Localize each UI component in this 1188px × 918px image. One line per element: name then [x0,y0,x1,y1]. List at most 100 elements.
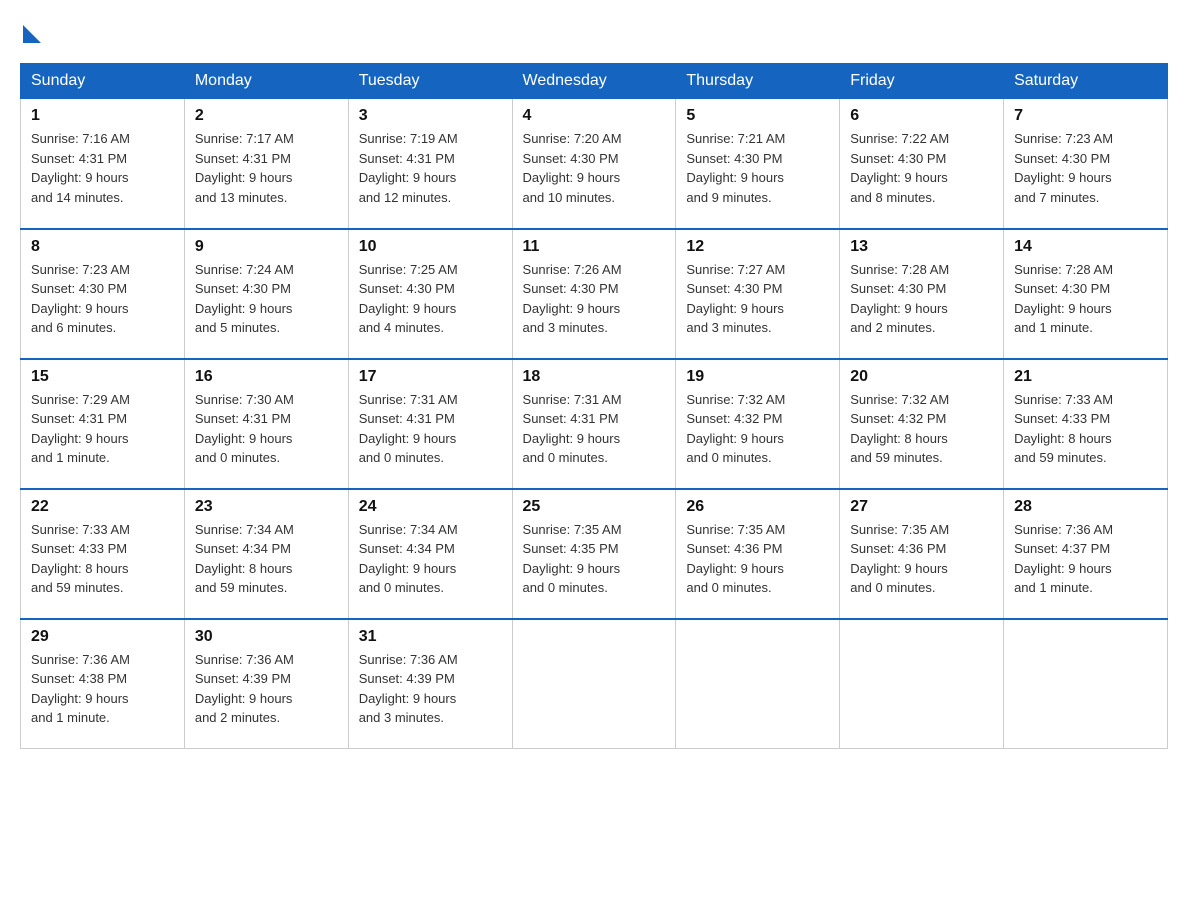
day-info: Sunrise: 7:36 AMSunset: 4:38 PMDaylight:… [31,650,174,728]
calendar-day-cell: 25 Sunrise: 7:35 AMSunset: 4:35 PMDayligh… [512,489,676,619]
day-number: 24 [359,498,502,516]
header-friday: Friday [840,64,1004,99]
day-number: 10 [359,238,502,256]
day-info: Sunrise: 7:36 AMSunset: 4:39 PMDaylight:… [195,650,338,728]
calendar-day-cell: 2Sunrise: 7:17 AMSunset: 4:31 PMDaylight… [184,99,348,229]
day-info: Sunrise: 7:27 AMSunset: 4:30 PMDaylight:… [686,260,829,338]
header-wednesday: Wednesday [512,64,676,99]
calendar-day-cell [840,619,1004,749]
calendar-day-cell: 20 Sunrise: 7:32 AMSunset: 4:32 PMDayligh… [840,359,1004,489]
day-info: Sunrise: 7:28 AMSunset: 4:30 PMDaylight:… [850,260,993,338]
calendar-day-cell: 15 Sunrise: 7:29 AMSunset: 4:31 PMDayligh… [21,359,185,489]
day-info: Sunrise: 7:31 AMSunset: 4:31 PMDaylight:… [523,390,666,468]
day-number: 11 [523,238,666,256]
day-info: Sunrise: 7:23 AMSunset: 4:30 PMDaylight:… [31,260,174,338]
day-number: 15 [31,368,174,386]
day-info: Sunrise: 7:29 AMSunset: 4:31 PMDaylight:… [31,390,174,468]
calendar-week-row: 15 Sunrise: 7:29 AMSunset: 4:31 PMDayligh… [21,359,1168,489]
day-number: 2 [195,107,338,125]
day-number: 1 [31,107,174,125]
day-info: Sunrise: 7:33 AMSunset: 4:33 PMDaylight:… [31,520,174,598]
header-monday: Monday [184,64,348,99]
calendar-day-cell [676,619,840,749]
day-info: Sunrise: 7:35 AMSunset: 4:35 PMDaylight:… [523,520,666,598]
calendar-day-cell: 3Sunrise: 7:19 AMSunset: 4:31 PMDaylight… [348,99,512,229]
day-info: Sunrise: 7:22 AMSunset: 4:30 PMDaylight:… [850,129,993,207]
day-info: Sunrise: 7:21 AMSunset: 4:30 PMDaylight:… [686,129,829,207]
calendar-day-cell: 31 Sunrise: 7:36 AMSunset: 4:39 PMDayligh… [348,619,512,749]
day-number: 25 [523,498,666,516]
calendar-day-cell: 8 Sunrise: 7:23 AMSunset: 4:30 PMDaylight… [21,229,185,359]
calendar-day-cell: 6 Sunrise: 7:22 AMSunset: 4:30 PMDaylight… [840,99,1004,229]
calendar-day-cell: 16 Sunrise: 7:30 AMSunset: 4:31 PMDayligh… [184,359,348,489]
day-info: Sunrise: 7:36 AMSunset: 4:39 PMDaylight:… [359,650,502,728]
day-number: 13 [850,238,993,256]
calendar-day-cell: 26 Sunrise: 7:35 AMSunset: 4:36 PMDayligh… [676,489,840,619]
day-number: 28 [1014,498,1157,516]
day-info: Sunrise: 7:28 AMSunset: 4:30 PMDaylight:… [1014,260,1157,338]
calendar-day-cell: 21Sunrise: 7:33 AMSunset: 4:33 PMDayligh… [1004,359,1168,489]
header-saturday: Saturday [1004,64,1168,99]
day-info: Sunrise: 7:35 AMSunset: 4:36 PMDaylight:… [686,520,829,598]
calendar-day-cell: 23 Sunrise: 7:34 AMSunset: 4:34 PMDayligh… [184,489,348,619]
day-number: 3 [359,107,502,125]
day-number: 4 [523,107,666,125]
day-number: 22 [31,498,174,516]
calendar-week-row: 1 Sunrise: 7:16 AMSunset: 4:31 PMDaylight… [21,99,1168,229]
day-number: 23 [195,498,338,516]
day-info: Sunrise: 7:24 AMSunset: 4:30 PMDaylight:… [195,260,338,338]
calendar-table: Sunday Monday Tuesday Wednesday Thursday… [20,63,1168,749]
calendar-day-cell: 17 Sunrise: 7:31 AMSunset: 4:31 PMDayligh… [348,359,512,489]
calendar-week-row: 22 Sunrise: 7:33 AMSunset: 4:33 PMDayligh… [21,489,1168,619]
calendar-day-cell: 14Sunrise: 7:28 AMSunset: 4:30 PMDayligh… [1004,229,1168,359]
calendar-week-row: 29 Sunrise: 7:36 AMSunset: 4:38 PMDayligh… [21,619,1168,749]
logo [20,20,41,43]
calendar-day-cell: 30Sunrise: 7:36 AMSunset: 4:39 PMDayligh… [184,619,348,749]
header-thursday: Thursday [676,64,840,99]
calendar-day-cell: 19Sunrise: 7:32 AMSunset: 4:32 PMDayligh… [676,359,840,489]
header-sunday: Sunday [21,64,185,99]
day-number: 17 [359,368,502,386]
calendar-day-cell: 28 Sunrise: 7:36 AMSunset: 4:37 PMDayligh… [1004,489,1168,619]
day-number: 29 [31,628,174,646]
day-info: Sunrise: 7:33 AMSunset: 4:33 PMDaylight:… [1014,390,1157,468]
day-info: Sunrise: 7:32 AMSunset: 4:32 PMDaylight:… [850,390,993,468]
calendar-day-cell: 24 Sunrise: 7:34 AMSunset: 4:34 PMDayligh… [348,489,512,619]
calendar-day-cell: 18Sunrise: 7:31 AMSunset: 4:31 PMDayligh… [512,359,676,489]
page-header [20,20,1168,43]
day-number: 9 [195,238,338,256]
header-tuesday: Tuesday [348,64,512,99]
day-number: 26 [686,498,829,516]
day-info: Sunrise: 7:25 AMSunset: 4:30 PMDaylight:… [359,260,502,338]
day-info: Sunrise: 7:36 AMSunset: 4:37 PMDaylight:… [1014,520,1157,598]
day-info: Sunrise: 7:23 AMSunset: 4:30 PMDaylight:… [1014,129,1157,207]
day-number: 16 [195,368,338,386]
calendar-header-row: Sunday Monday Tuesday Wednesday Thursday… [21,64,1168,99]
calendar-day-cell: 22 Sunrise: 7:33 AMSunset: 4:33 PMDayligh… [21,489,185,619]
day-number: 20 [850,368,993,386]
calendar-day-cell: 4 Sunrise: 7:20 AMSunset: 4:30 PMDaylight… [512,99,676,229]
calendar-day-cell [512,619,676,749]
day-info: Sunrise: 7:30 AMSunset: 4:31 PMDaylight:… [195,390,338,468]
day-info: Sunrise: 7:16 AMSunset: 4:31 PMDaylight:… [31,129,174,207]
day-number: 5 [686,107,829,125]
day-number: 27 [850,498,993,516]
calendar-day-cell: 9 Sunrise: 7:24 AMSunset: 4:30 PMDaylight… [184,229,348,359]
day-info: Sunrise: 7:20 AMSunset: 4:30 PMDaylight:… [523,129,666,207]
calendar-day-cell [1004,619,1168,749]
calendar-day-cell: 13 Sunrise: 7:28 AMSunset: 4:30 PMDayligh… [840,229,1004,359]
day-info: Sunrise: 7:35 AMSunset: 4:36 PMDaylight:… [850,520,993,598]
day-info: Sunrise: 7:34 AMSunset: 4:34 PMDaylight:… [195,520,338,598]
calendar-day-cell: 12Sunrise: 7:27 AMSunset: 4:30 PMDayligh… [676,229,840,359]
logo-arrow-icon [23,25,41,43]
day-info: Sunrise: 7:31 AMSunset: 4:31 PMDaylight:… [359,390,502,468]
day-number: 8 [31,238,174,256]
day-number: 31 [359,628,502,646]
calendar-day-cell: 27 Sunrise: 7:35 AMSunset: 4:36 PMDayligh… [840,489,1004,619]
day-number: 6 [850,107,993,125]
day-info: Sunrise: 7:26 AMSunset: 4:30 PMDaylight:… [523,260,666,338]
calendar-day-cell: 10 Sunrise: 7:25 AMSunset: 4:30 PMDayligh… [348,229,512,359]
day-info: Sunrise: 7:34 AMSunset: 4:34 PMDaylight:… [359,520,502,598]
calendar-day-cell: 7Sunrise: 7:23 AMSunset: 4:30 PMDaylight… [1004,99,1168,229]
calendar-day-cell: 11 Sunrise: 7:26 AMSunset: 4:30 PMDayligh… [512,229,676,359]
